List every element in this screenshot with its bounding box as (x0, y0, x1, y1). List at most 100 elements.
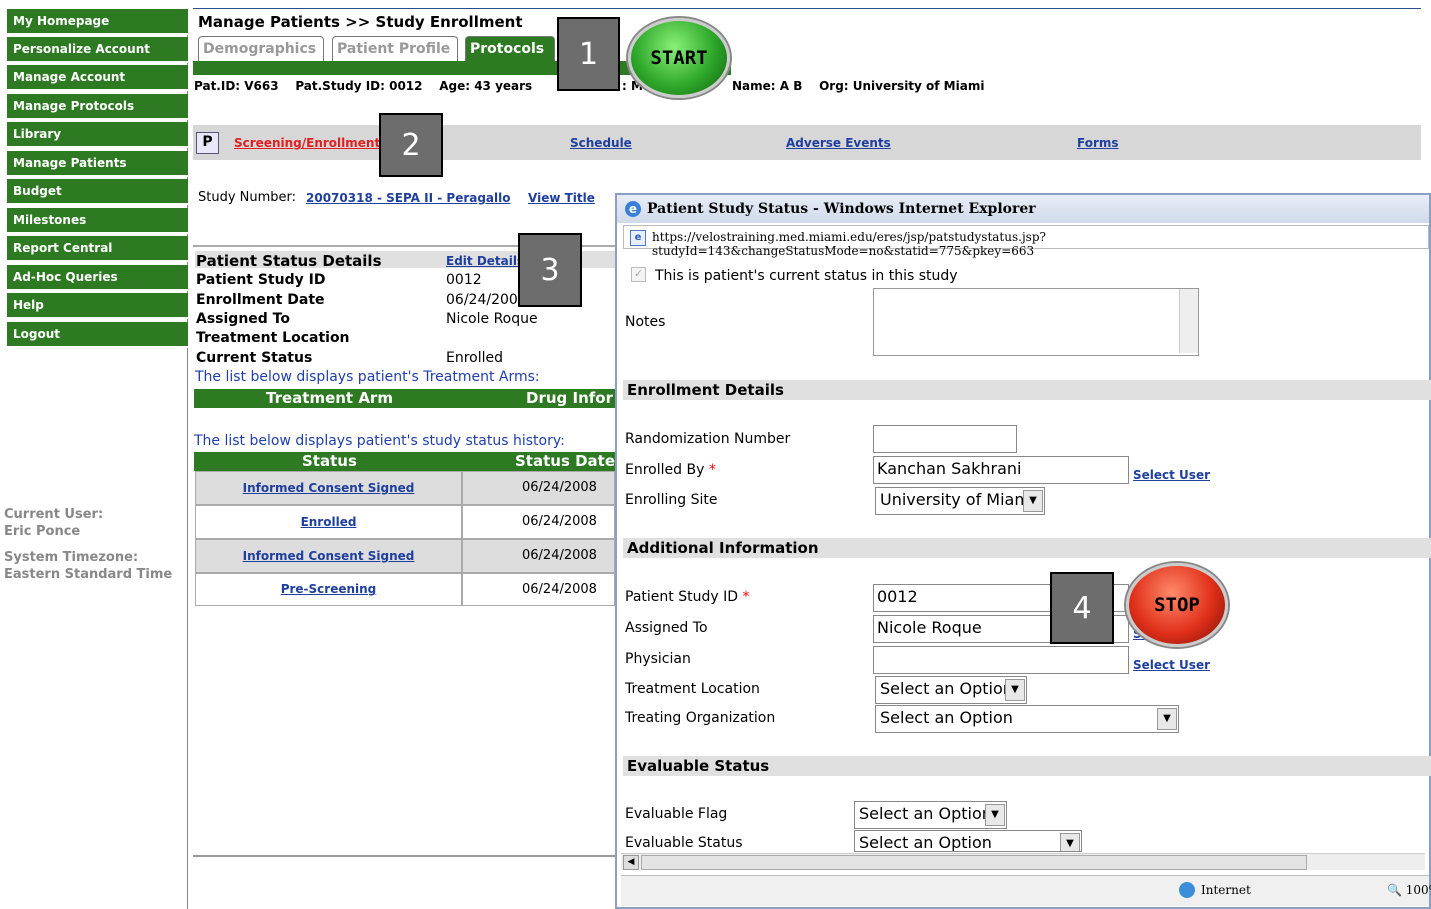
treatment-location-label: Treatment Location (625, 681, 760, 697)
physician-select-user-link[interactable]: Select User (1133, 658, 1210, 672)
chevron-down-icon[interactable]: ▼ (1157, 708, 1177, 730)
nav-report-central[interactable]: Report Central (7, 236, 188, 262)
timezone-value: Eastern Standard Time (4, 567, 173, 582)
enrolled-by-text: Enrolled By (625, 462, 705, 478)
subnav-screening-enrollment[interactable]: Screening/Enrollment (234, 136, 380, 150)
evaluable-status-heading: Evaluable Status (623, 756, 1431, 776)
nav-milestones[interactable]: Milestones (7, 208, 188, 234)
table-row[interactable]: Informed Consent Signed (195, 471, 462, 505)
status-date-col: Status Date (515, 452, 616, 470)
nav-manage-patients[interactable]: Manage Patients (7, 151, 188, 177)
table-row[interactable]: Pre-Screening (195, 573, 462, 606)
scroll-thumb[interactable] (641, 855, 1307, 870)
nav-personalize-account[interactable]: Personalize Account (7, 37, 188, 63)
view-title-link[interactable]: View Title (528, 191, 595, 205)
table-row[interactable]: Informed Consent Signed (195, 539, 462, 573)
evaluable-flag-select[interactable]: Select an Option ▼ (854, 801, 1007, 829)
zoom-level[interactable]: 🔍 100% (1387, 883, 1431, 897)
nav-logout[interactable]: Logout (7, 322, 188, 348)
subnav-schedule[interactable]: Schedule (570, 136, 632, 150)
drug-info-col: Drug Infor (526, 389, 613, 407)
treating-org-label: Treating Organization (625, 710, 776, 726)
start-badge: START (628, 18, 730, 98)
patient-info-org: Name: A B Org: University of Miami (732, 79, 985, 93)
tab-patient-profile[interactable]: Patient Profile (332, 36, 458, 62)
history-status-link[interactable]: Informed Consent Signed (243, 481, 415, 495)
patient-study-id-label: Patient Study ID * (625, 589, 750, 605)
tab-demographics[interactable]: Demographics (198, 36, 324, 62)
p-icon[interactable]: P (196, 132, 219, 154)
tab-protocols[interactable]: Protocols (465, 36, 555, 62)
enrolled-by-input[interactable]: Kanchan Sakhrani (873, 456, 1129, 484)
detail-value: Nicole Roque (446, 311, 538, 327)
treatment-location-value: Select an Option (880, 679, 1013, 698)
study-number-link[interactable]: 20070318 - SEPA II - Peragallo (306, 191, 511, 205)
enrolling-site-label: Enrolling Site (625, 492, 718, 508)
scroll-left-icon[interactable]: ◀ (623, 855, 639, 870)
enrolling-site-select[interactable]: University of Miami ▼ (875, 487, 1045, 515)
notes-label: Notes (625, 314, 666, 330)
additional-info-heading: Additional Information (623, 538, 1431, 558)
evaluable-status-value: Select an Option (859, 833, 992, 852)
history-date: 06/24/2008 (462, 505, 615, 539)
treating-org-value: Select an Option (880, 708, 1013, 727)
status-history-header: Status Status Date (194, 452, 615, 471)
page-icon: e (630, 230, 646, 246)
nav-budget[interactable]: Budget (7, 179, 188, 205)
physician-label: Physician (625, 651, 691, 667)
nav-manage-protocols[interactable]: Manage Protocols (7, 94, 188, 120)
nav-help[interactable]: Help (7, 293, 188, 319)
subnav-adverse-events[interactable]: Adverse Events (786, 136, 891, 150)
detail-label: Current Status (196, 350, 313, 366)
status-details-heading: Patient Status Details (196, 252, 382, 270)
study-number-label: Study Number: (198, 190, 297, 205)
globe-icon (1179, 882, 1195, 898)
current-status-checkbox[interactable]: ✓ (631, 267, 646, 282)
history-date: 06/24/2008 (462, 573, 615, 606)
assigned-to-label: Assigned To (625, 620, 708, 636)
patient-study-status-window: Patient Study Status - Windows Internet … (615, 193, 1431, 909)
window-title: Patient Study Status - Windows Internet … (647, 201, 1036, 217)
notes-textarea[interactable] (873, 288, 1199, 356)
detail-label: Enrollment Date (196, 292, 325, 308)
window-titlebar[interactable]: Patient Study Status - Windows Internet … (617, 195, 1429, 223)
nav-library[interactable]: Library (7, 122, 188, 148)
chevron-down-icon[interactable]: ▼ (985, 804, 1005, 826)
evaluable-flag-value: Select an Option (859, 804, 992, 823)
history-status-link[interactable]: Informed Consent Signed (243, 549, 415, 563)
table-row[interactable]: Enrolled (195, 505, 462, 539)
current-user-label: Current User: (4, 507, 104, 522)
annotation-2: 2 (379, 113, 443, 177)
edit-details-link[interactable]: Edit Details (446, 254, 524, 268)
randomization-label: Randomization Number (625, 431, 791, 447)
zone-label: Internet (1201, 883, 1251, 897)
evaluable-status-select[interactable]: Select an Option ▼ (854, 830, 1082, 852)
stop-badge: STOP (1126, 563, 1228, 647)
chevron-down-icon[interactable]: ▼ (1060, 833, 1080, 851)
history-status-link[interactable]: Pre-Screening (281, 582, 377, 596)
treatment-location-select[interactable]: Select an Option ▼ (875, 676, 1027, 704)
history-status-link[interactable]: Enrolled (301, 515, 357, 529)
subnav-forms[interactable]: Forms (1077, 136, 1119, 150)
nav-manage-account[interactable]: Manage Account (7, 65, 188, 91)
address-bar[interactable]: e https://velostraining.med.miami.edu/er… (623, 225, 1429, 258)
sub-navigation: Screening/Enrollment Schedule Adverse Ev… (193, 125, 1421, 160)
randomization-input[interactable] (873, 425, 1017, 453)
horizontal-scrollbar[interactable]: ◀ (621, 853, 1425, 870)
zoom-value: 100% (1405, 883, 1431, 897)
annotation-3: 3 (518, 233, 582, 307)
select-user-link[interactable]: Select User (1133, 468, 1210, 482)
treatment-arm-header: Treatment Arm Drug Infor (194, 389, 615, 408)
chevron-down-icon[interactable]: ▼ (1023, 490, 1043, 512)
treatment-arm-col: Treatment Arm (266, 389, 393, 407)
treating-org-select[interactable]: Select an Option ▼ (875, 705, 1179, 733)
patient-study-id-text: Patient Study ID (625, 589, 738, 605)
evaluable-status-label: Evaluable Status (625, 835, 743, 851)
notes-scrollbar[interactable] (1179, 289, 1198, 353)
physician-input[interactable] (873, 646, 1129, 674)
footer-divider (193, 855, 615, 857)
chevron-down-icon[interactable]: ▼ (1005, 679, 1025, 701)
nav-my-homepage[interactable]: My Homepage (7, 9, 188, 35)
nav-adhoc-queries[interactable]: Ad-Hoc Queries (7, 265, 188, 291)
detail-label: Treatment Location (196, 330, 350, 346)
